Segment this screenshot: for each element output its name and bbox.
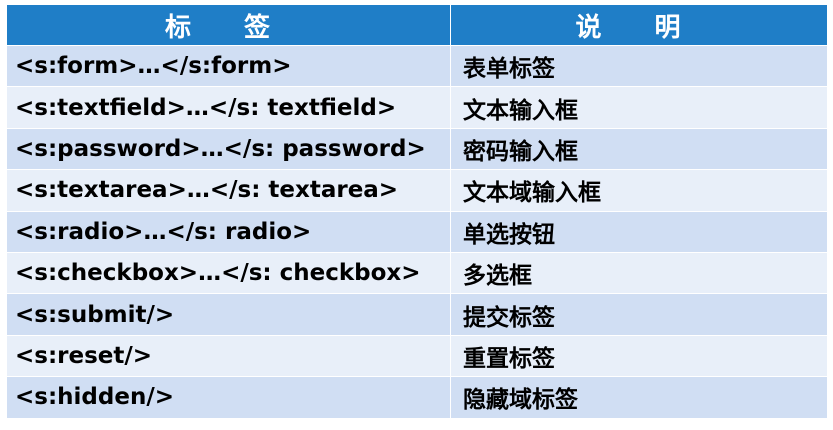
description-cell: 表单标签	[450, 44, 828, 88]
description-cell: 隐藏域标签	[450, 376, 828, 419]
tag-cell: <s:hidden/>	[6, 376, 451, 419]
header-tag: 标 签	[6, 4, 451, 46]
description-cell: 多选框	[450, 251, 828, 295]
tag-cell: <s:reset/>	[6, 334, 451, 378]
table-row: <s:hidden/> 隐藏域标签	[6, 376, 828, 419]
description-cell: 文本输入框	[450, 86, 828, 129]
tag-cell: <s:submit/>	[6, 293, 451, 336]
description-cell: 重置标签	[450, 334, 828, 378]
description-cell: 提交标签	[450, 293, 828, 336]
table-row: <s:radio>…</s: radio> 单选按钮	[6, 210, 828, 253]
header-description: 说 明	[450, 4, 828, 46]
tag-cell: <s:textarea>…</s: textarea>	[6, 169, 451, 212]
table-row: <s:form>…</s:form> 表单标签	[6, 44, 828, 88]
tag-cell: <s:checkbox>…</s: checkbox>	[6, 251, 451, 295]
table-row: <s:checkbox>…</s: checkbox> 多选框	[6, 251, 828, 295]
tag-cell: <s:password>…</s: password>	[6, 127, 451, 171]
tag-cell: <s:textfield>…</s: textfield>	[6, 86, 451, 129]
tag-cell: <s:form>…</s:form>	[6, 44, 451, 88]
table-row: <s:textarea>…</s: textarea> 文本域输入框	[6, 169, 828, 212]
tag-cell: <s:radio>…</s: radio>	[6, 210, 451, 253]
table-row: <s:password>…</s: password> 密码输入框	[6, 127, 828, 171]
table-row: <s:textfield>…</s: textfield> 文本输入框	[6, 86, 828, 129]
header-row: 标 签 说 明	[6, 4, 828, 46]
table-row: <s:submit/> 提交标签	[6, 293, 828, 336]
tag-table: 标 签 说 明 <s:form>…</s:form> 表单标签 <s:textf…	[6, 4, 828, 419]
description-cell: 单选按钮	[450, 210, 828, 253]
description-cell: 文本域输入框	[450, 169, 828, 212]
table-row: <s:reset/> 重置标签	[6, 334, 828, 378]
description-cell: 密码输入框	[450, 127, 828, 171]
